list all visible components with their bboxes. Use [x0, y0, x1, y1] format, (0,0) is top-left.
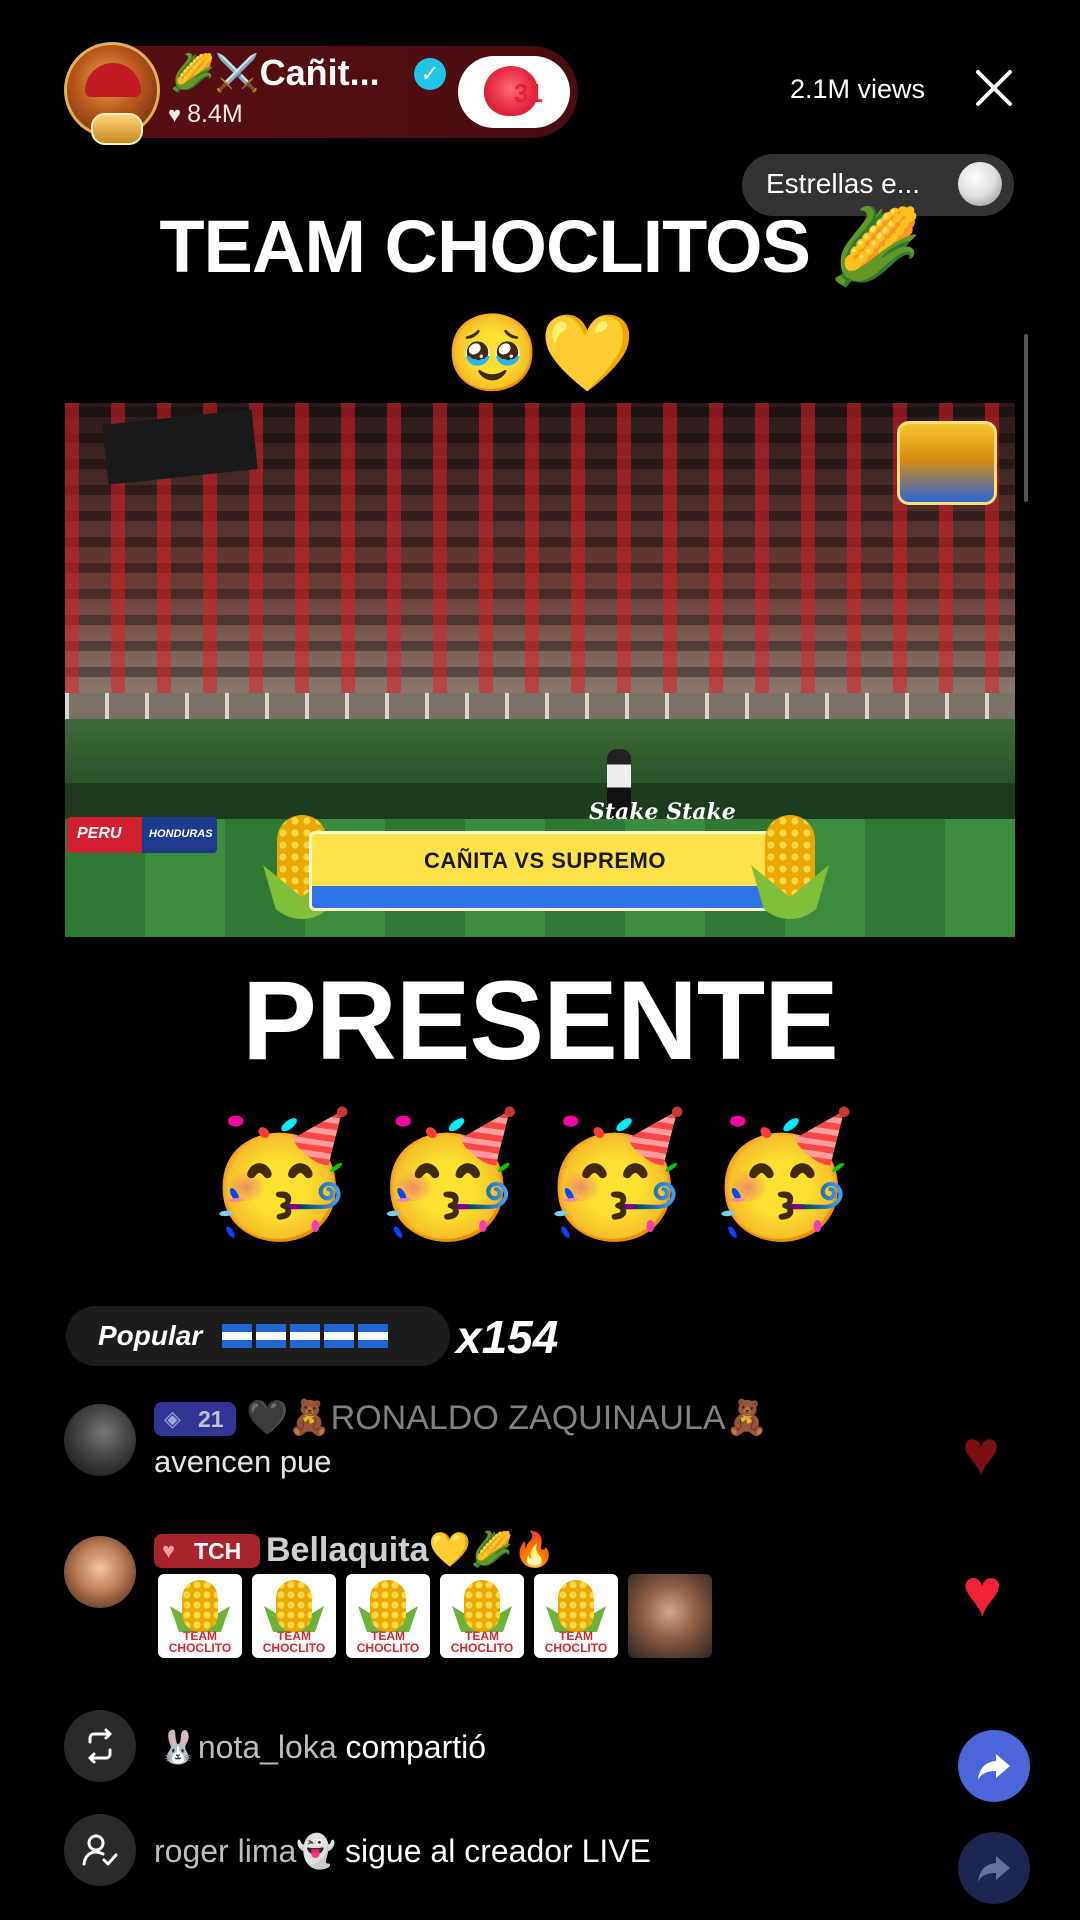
host-name[interactable]: 🌽⚔️Cañit... [170, 52, 380, 94]
follow-action: sigue al creador LIVE [345, 1833, 651, 1869]
chat-avatar[interactable] [64, 1536, 136, 1608]
host-avatar[interactable] [64, 42, 160, 145]
sticker-text: TEAM CHOCLITO [168, 1629, 232, 1655]
sticker-row: TEAM CHOCLITO TEAM CHOCLITO TEAM CHOCLIT… [158, 1574, 712, 1658]
share-activity: 🐰nota_loka compartió [158, 1728, 486, 1766]
team-choclito-sticker: TEAM CHOCLITO [158, 1574, 242, 1658]
close-button[interactable] [972, 66, 1016, 110]
corn-icon [464, 1580, 500, 1632]
honduras-flag-icon [358, 1324, 388, 1348]
honduras-flags [222, 1324, 388, 1348]
match-title: CAÑITA VS SUPREMO [424, 848, 666, 873]
gift-combo-pill: Popular [66, 1306, 450, 1366]
repost-icon [88, 1728, 112, 1764]
sticker-text: TEAM CHOCLITO [450, 1629, 514, 1655]
share-action: compartió [345, 1729, 487, 1765]
live-video[interactable]: PERU HONDURAS Stake Stake CAÑITA VS SUPR… [65, 403, 1015, 937]
diamond-icon: ◈ [164, 1406, 181, 1431]
stadium-railing [65, 693, 1015, 719]
view-count: 2.1M views [790, 74, 926, 104]
event-logo [897, 421, 997, 505]
share-button-secondary[interactable] [958, 1832, 1030, 1904]
flag-banner: PERU HONDURAS [67, 817, 217, 853]
share-arrow-icon [978, 1754, 1010, 1780]
chat-username[interactable]: Bellaquita💛🌽🔥 [266, 1530, 555, 1570]
host-likes: ♥ 8.4M [168, 100, 243, 129]
follow-icon-badge [64, 1814, 136, 1886]
sponsor-text: Stake Stake [589, 799, 736, 825]
chat-message: avencen pue [154, 1444, 332, 1479]
presente-text: PRESENTE [242, 958, 839, 1083]
share-username[interactable]: 🐰nota_loka [158, 1729, 337, 1765]
honduras-flag-icon [324, 1324, 354, 1348]
stadium-wall [65, 719, 1015, 783]
heart-icon: ♥ [168, 102, 182, 127]
close-icon [976, 70, 1012, 106]
pitch-edge [65, 783, 1015, 819]
sticker-text: TEAM CHOCLITO [262, 1629, 326, 1655]
level-badge: ◈ 21 [154, 1402, 236, 1436]
team-choclito-sticker: TEAM CHOCLITO [346, 1574, 430, 1658]
party-emoji-row: 🥳🥳🥳🥳 [205, 1108, 875, 1242]
headline-text: TEAM CHOCLITOS 🌽 [159, 205, 921, 288]
level-number: 21 [198, 1406, 224, 1432]
fan-heart-icon: ♥ [162, 1538, 176, 1563]
verified-icon: ✓ [414, 58, 446, 90]
share-arrow-icon [978, 1856, 1010, 1882]
share-button[interactable] [958, 1730, 1030, 1802]
team-choclito-sticker: TEAM CHOCLITO [440, 1574, 524, 1658]
follow-username[interactable]: roger lima👻 [154, 1833, 336, 1869]
fan-club-badge: ♥ TCH [154, 1534, 260, 1568]
match-banner: CAÑITA VS SUPREMO [309, 831, 781, 911]
flag-left-label: PERU [77, 825, 122, 842]
chat-username[interactable]: 🖤🧸RONALDO ZAQUINAULA🧸 [246, 1398, 768, 1438]
host-likes-count: 8.4M [187, 100, 243, 128]
repost-icon-badge [64, 1710, 136, 1782]
heart-icon: ♥ [962, 1555, 1003, 1631]
headline-emoji: 🥹💛 [445, 311, 635, 396]
fan-club-label: TCH [194, 1538, 242, 1564]
corn-icon [276, 1580, 312, 1632]
honduras-flag-icon [256, 1324, 286, 1348]
honduras-flag-icon [290, 1324, 320, 1348]
team-choclito-sticker: TEAM CHOCLITO [252, 1574, 336, 1658]
sticker-text: TEAM CHOCLITO [356, 1629, 420, 1655]
ranking-label: Estrellas e... [766, 168, 921, 199]
corn-icon-right [765, 815, 815, 911]
team-choclito-sticker: TEAM CHOCLITO [534, 1574, 618, 1658]
chat-avatar[interactable] [64, 1404, 136, 1476]
combo-count: x154 [456, 1311, 559, 1363]
corn-icon [370, 1580, 406, 1632]
user-check-icon [82, 1834, 118, 1866]
combo-label: Popular [98, 1320, 203, 1351]
honduras-flag-icon [222, 1324, 252, 1348]
soccer-ball-icon [958, 162, 1002, 206]
sticker-text: TEAM CHOCLITO [544, 1629, 608, 1655]
avatar-badge [91, 113, 143, 145]
photo-sticker [628, 1574, 712, 1658]
avatar-cap [85, 63, 141, 97]
corn-icon [558, 1580, 594, 1632]
follow-activity: roger lima👻 sigue al creador LIVE [154, 1832, 651, 1870]
heart-icon: ♥ [962, 1417, 1000, 1489]
corn-icon [182, 1580, 218, 1632]
gift-button[interactable]: 31 [458, 56, 570, 128]
flag-right-label: HONDURAS [149, 828, 213, 840]
gift-count: 31 [514, 78, 543, 108]
